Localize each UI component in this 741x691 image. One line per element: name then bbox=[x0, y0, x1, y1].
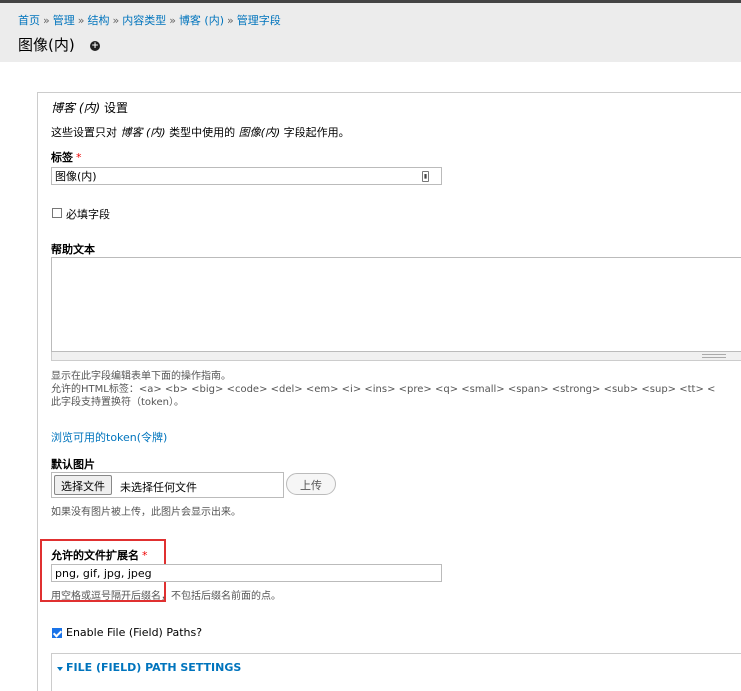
legend-suffix: 设置 bbox=[100, 101, 129, 115]
legend-content-type: 博客 (内) bbox=[51, 101, 101, 115]
intro-type: 博客 (内) bbox=[120, 126, 166, 139]
breadcrumb-separator: » bbox=[77, 14, 85, 27]
required-field-label: 必填字段 bbox=[66, 208, 110, 221]
page-title: 图像(内) bbox=[18, 36, 75, 54]
required-field-checkbox[interactable] bbox=[52, 208, 62, 218]
breadcrumb-blog-type[interactable]: 博客 (内) bbox=[179, 14, 224, 27]
textarea-resize-grip[interactable] bbox=[51, 352, 741, 361]
breadcrumb-structure[interactable]: 结构 bbox=[87, 14, 109, 27]
help-text-textarea[interactable] bbox=[51, 257, 741, 352]
breadcrumb-separator: » bbox=[227, 14, 234, 27]
add-shortcut-icon[interactable]: + bbox=[90, 41, 100, 51]
label-input[interactable] bbox=[51, 167, 442, 185]
breadcrumb-manage-fields[interactable]: 管理字段 bbox=[237, 14, 281, 27]
grip-line bbox=[702, 354, 726, 355]
settings-intro: 这些设置只对 博客 (内) 类型中使用的 图像(内) 字段起作用。 bbox=[51, 124, 350, 140]
breadcrumb-separator: » bbox=[169, 14, 176, 27]
intro-field: 图像(内) bbox=[238, 126, 281, 139]
keyboard-icon[interactable]: ▮ bbox=[422, 171, 429, 182]
label-field-text: 标签 bbox=[51, 151, 73, 164]
no-file-chosen-text: 未选择任何文件 bbox=[120, 481, 197, 494]
collapse-arrow-icon[interactable] bbox=[57, 667, 63, 671]
enable-filefield-paths-label: Enable File (Field) Paths? bbox=[66, 626, 203, 639]
enable-filefield-paths-checkbox[interactable] bbox=[52, 628, 62, 638]
choose-file-button[interactable]: 选择文件 bbox=[54, 475, 112, 495]
main-content: 博客 (内) 设置 这些设置只对 博客 (内) 类型中使用的 图像(内) 字段起… bbox=[0, 62, 741, 691]
breadcrumb-separator: » bbox=[43, 14, 50, 27]
upload-button[interactable]: 上传 bbox=[286, 473, 336, 495]
extensions-input[interactable] bbox=[51, 564, 442, 582]
fieldset-legend: 博客 (内) 设置 bbox=[51, 99, 128, 116]
intro-middle: 类型中使用的 bbox=[165, 126, 239, 139]
extensions-label-text: 允许的文件扩展名 bbox=[51, 549, 139, 562]
browse-tokens-link[interactable]: 浏览可用的token(令牌) bbox=[51, 429, 167, 445]
extensions-field-label: 允许的文件扩展名 * bbox=[51, 547, 148, 563]
label-field-label: 标签 * bbox=[51, 149, 82, 165]
breadcrumb-separator: » bbox=[112, 14, 120, 27]
token-support-note: 此字段支持置换符（token）。 bbox=[51, 397, 184, 408]
help-text-label: 帮助文本 bbox=[51, 243, 95, 256]
required-marker: * bbox=[142, 549, 148, 562]
page-header: 首页» 管理» 结构» 内容类型» 博客 (内)» 管理字段 图像(内) + bbox=[0, 3, 741, 62]
default-image-file-input[interactable]: 选择文件 未选择任何文件 bbox=[51, 472, 284, 498]
default-image-label: 默认图片 bbox=[51, 458, 95, 471]
breadcrumb: 首页» 管理» 结构» 内容类型» 博客 (内)» 管理字段 bbox=[18, 12, 281, 28]
breadcrumb-admin[interactable]: 管理 bbox=[53, 14, 75, 27]
breadcrumb-home[interactable]: 首页 bbox=[18, 14, 40, 27]
extensions-description: 用空格或逗号隔开后缀名，不包括后缀名前面的点。 bbox=[51, 591, 281, 602]
breadcrumb-content-types[interactable]: 内容类型 bbox=[122, 14, 166, 27]
default-image-description: 如果没有图片被上传，此图片会显示出来。 bbox=[51, 507, 241, 518]
path-settings-fieldset: FILE (FIELD) PATH SETTINGS bbox=[51, 653, 741, 691]
intro-prefix: 这些设置只对 bbox=[51, 126, 121, 139]
field-settings-fieldset: 博客 (内) 设置 这些设置只对 博客 (内) 类型中使用的 图像(内) 字段起… bbox=[37, 92, 741, 691]
required-marker: * bbox=[76, 151, 82, 164]
intro-suffix: 字段起作用。 bbox=[280, 126, 350, 139]
path-settings-toggle[interactable]: FILE (FIELD) PATH SETTINGS bbox=[66, 661, 241, 674]
grip-line bbox=[702, 357, 726, 358]
